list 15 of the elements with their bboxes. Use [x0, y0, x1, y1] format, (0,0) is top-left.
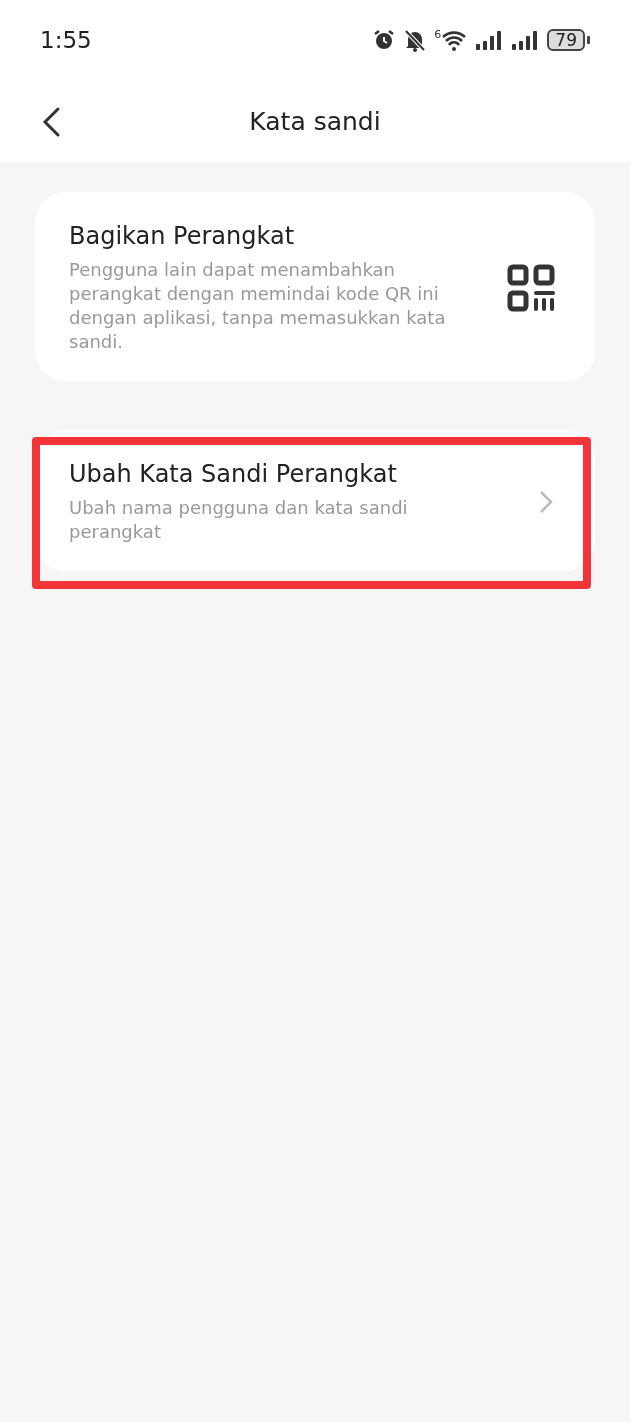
status-time: 1:55	[40, 27, 92, 53]
card-title: Ubah Kata Sandi Perangkat	[69, 460, 398, 488]
qr-code-icon[interactable]	[507, 264, 555, 312]
page-title: Kata sandi	[249, 106, 381, 136]
card-description: Ubah nama pengguna dan kata sandi perangkat	[69, 496, 409, 544]
wifi-icon	[441, 29, 468, 51]
signal-icon	[475, 30, 504, 50]
muted-bell-icon	[404, 28, 427, 52]
card-title: Bagikan Perangkat	[69, 222, 296, 250]
wifi-label: 6	[434, 29, 442, 40]
battery-level: 79	[547, 29, 585, 51]
card-description: Pengguna lain dapat menambahkan perangkat dengan memindai kode QR ini dengan aplikasi, tanpa memasukkan kata sandi.	[69, 258, 447, 354]
settings-card[interactable]: Bagikan Perangkat Pengguna lain dapat menambahkan perangkat dengan memindai kode QR ini dengan aplikasi, tanpa memasukkan kata sandi.	[35, 192, 595, 381]
signal-icon	[511, 30, 540, 50]
chevron-right-icon	[539, 490, 553, 514]
